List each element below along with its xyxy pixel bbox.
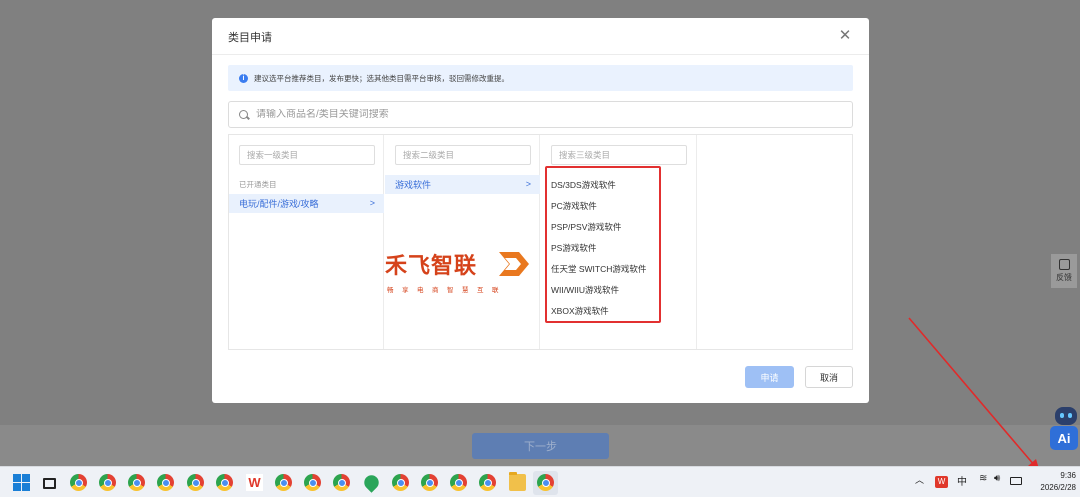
notice-text: 建议选平台推荐类目，发布更快；选其他类目需平台审核，驳回需修改重提。 — [254, 73, 509, 83]
category-columns: 已开通类目 电玩/配件/游戏/攻略 > 游戏软件 > DS/3DS游戏软件 PC… — [228, 134, 853, 350]
clock-time: 9:36 — [1060, 471, 1076, 480]
level3-item[interactable]: 任天堂 SWITCH游戏软件 — [541, 258, 696, 279]
category-search-box[interactable] — [228, 101, 853, 128]
close-icon[interactable]: ✕ — [838, 28, 852, 43]
file-explorer-icon[interactable] — [509, 472, 526, 491]
chrome-icon[interactable] — [450, 474, 467, 491]
next-step-button[interactable]: 下一步 — [472, 433, 609, 459]
chrome-icon[interactable] — [392, 474, 409, 491]
chrome-icon[interactable] — [187, 474, 204, 491]
level3-item[interactable]: PS游戏软件 — [541, 237, 696, 258]
ai-label: Ai — [1050, 426, 1078, 450]
category-apply-dialog: 类目申请 ✕ i 建议选平台推荐类目，发布更快；选其他类目需平台审核，驳回需修改… — [212, 18, 869, 403]
clock-date: 2026/2/28 — [1040, 483, 1076, 492]
category-search-input[interactable] — [256, 109, 816, 120]
chrome-icon[interactable] — [537, 474, 554, 491]
chrome-icon[interactable] — [479, 474, 496, 491]
chrome-icon[interactable] — [333, 474, 350, 491]
level3-item[interactable]: PC游戏软件 — [541, 195, 696, 216]
chrome-icon[interactable] — [157, 474, 174, 491]
chrome-icon[interactable] — [216, 474, 233, 491]
chrome-icon[interactable] — [128, 474, 145, 491]
cancel-button[interactable]: 取消 — [805, 366, 853, 388]
battery-icon[interactable] — [1010, 477, 1022, 485]
watermark-logo: 禾飞智联 畅享电商智慧互联 — [385, 248, 531, 298]
chrome-icon[interactable] — [304, 474, 321, 491]
chevron-right-icon: > — [369, 198, 375, 208]
level2-search-input[interactable] — [395, 145, 531, 165]
task-view-icon[interactable] — [41, 474, 58, 491]
ai-assistant-widget[interactable]: Ai — [1050, 403, 1080, 451]
level1-column: 已开通类目 电玩/配件/游戏/攻略 > — [229, 135, 384, 349]
wps-tray-icon[interactable]: W — [935, 476, 948, 488]
level3-item[interactable]: PSP/PSV游戏软件 — [541, 216, 696, 237]
level1-search-input[interactable] — [239, 145, 375, 165]
level3-item[interactable]: XBOX游戏软件 — [541, 300, 696, 321]
level1-item-label: 电玩/配件/游戏/攻略 — [239, 199, 319, 209]
chrome-icon[interactable] — [70, 474, 87, 491]
level2-item[interactable]: 游戏软件 > — [385, 175, 540, 194]
level3-item[interactable]: WII/WIIU游戏软件 — [541, 279, 696, 300]
system-clock[interactable]: 9:36 2026/2/28 — [1030, 470, 1076, 494]
chevron-up-icon[interactable]: ︿ — [915, 473, 924, 486]
logo-name: 禾飞智联 — [385, 254, 478, 279]
chrome-icon[interactable] — [99, 474, 116, 491]
feedback-label: 反馈 — [1056, 273, 1072, 282]
notice-banner: i 建议选平台推荐类目，发布更快；选其他类目需平台审核，驳回需修改重提。 — [228, 65, 853, 91]
level1-item[interactable]: 电玩/配件/游戏/攻略 > — [229, 194, 384, 213]
leaf-app-icon[interactable] — [361, 472, 382, 493]
level1-group-label: 已开通类目 — [239, 180, 277, 189]
level3-search-input[interactable] — [551, 145, 687, 165]
wifi-icon[interactable]: ≋ — [979, 473, 987, 484]
apply-button[interactable]: 申请 — [745, 366, 794, 388]
feedback-icon — [1058, 259, 1070, 270]
logo-slogan: 畅享电商智慧互联 — [387, 287, 507, 294]
level3-item[interactable]: DS/3DS游戏软件 — [541, 174, 696, 195]
chevron-right-icon: > — [525, 179, 531, 189]
robot-icon — [1055, 407, 1077, 425]
taskbar: W ︿ W 中 ≋ 🔊︎ 9:36 2026/2/28 — [0, 466, 1080, 497]
info-icon: i — [239, 73, 248, 83]
level3-column: DS/3DS游戏软件 PC游戏软件 PSP/PSV游戏软件 PS游戏软件 任天堂… — [541, 135, 697, 349]
dialog-title: 类目申请 — [228, 32, 272, 44]
windows-start-icon[interactable] — [13, 474, 30, 491]
dialog-header: 类目申请 ✕ — [212, 18, 869, 55]
ime-indicator[interactable]: 中 — [957, 473, 967, 488]
wps-office-icon[interactable]: W — [246, 474, 263, 491]
level2-column: 游戏软件 > — [385, 135, 540, 349]
feedback-widget[interactable]: 反馈 — [1051, 254, 1077, 288]
search-icon — [239, 110, 248, 119]
volume-icon[interactable]: 🔊︎ — [994, 473, 1000, 484]
logo-arrow-icon — [499, 252, 529, 276]
chrome-icon[interactable] — [275, 474, 292, 491]
level2-item-label: 游戏软件 — [395, 180, 432, 190]
chrome-icon[interactable] — [421, 474, 438, 491]
